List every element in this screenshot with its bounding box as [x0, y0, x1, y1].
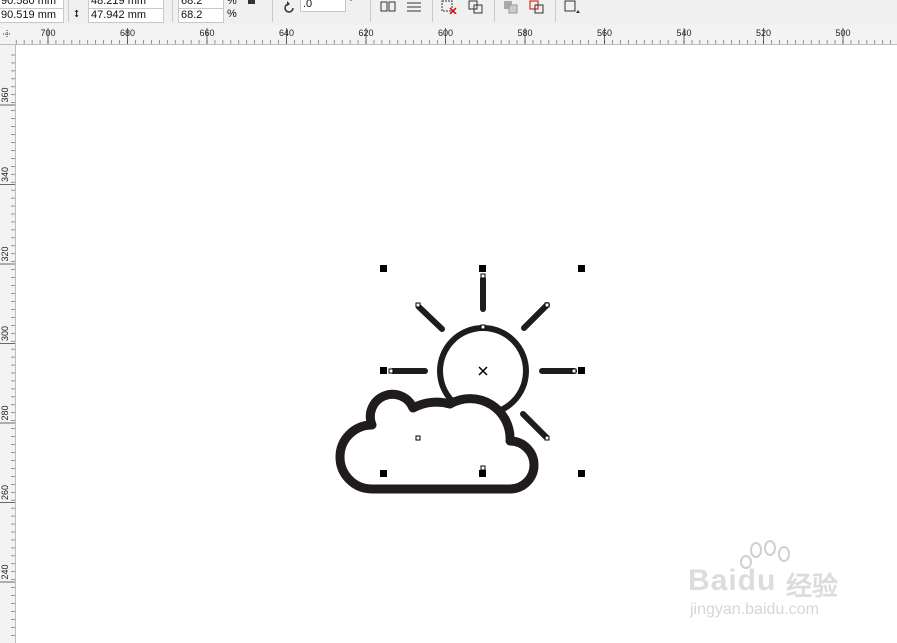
toolbar-separator	[272, 0, 273, 22]
ruler-tick-label: 500	[835, 28, 850, 38]
sun-ray	[520, 411, 549, 440]
scale-y-percent-label: %	[227, 8, 237, 20]
ruler-tick-label: 700	[40, 28, 55, 38]
watermark-brand: Baidu	[688, 564, 777, 597]
node-marker	[415, 302, 421, 308]
ruler-tick-label: 320	[0, 246, 10, 261]
node-marker	[480, 324, 486, 330]
sun-ray	[416, 304, 445, 332]
rotation-center-icon	[478, 366, 488, 376]
ruler-tick-label: 340	[0, 167, 10, 182]
arrange-back-icon[interactable]	[503, 0, 519, 14]
selection-handle	[479, 265, 486, 272]
watermark-product: 经验	[786, 571, 839, 601]
baidu-jingyan-watermark: Baidu 经验 jingyan.baidu.com	[688, 540, 858, 625]
ruler-origin-icon[interactable]	[0, 25, 15, 44]
toolbar-separator	[555, 0, 556, 22]
property-bar: 90.580 mm 90.519 mm ⭥ 48.219 mm 47.942 m…	[0, 0, 897, 26]
ruler-tick-label: 260	[0, 485, 10, 500]
ruler-tick-label: 240	[0, 564, 10, 579]
ruler-tick-label: 600	[438, 28, 453, 38]
ruler-tick-label: 540	[676, 28, 691, 38]
object-height-field[interactable]: 47.942 mm	[88, 8, 164, 23]
toolbar-separator	[432, 0, 433, 22]
scale-x-percent-label: %	[227, 0, 237, 7]
degree-label: °	[349, 0, 353, 8]
selection-handle	[578, 367, 585, 374]
mirror-vertical-icon[interactable]	[406, 0, 422, 14]
ruler-tick-label: 640	[279, 28, 294, 38]
ruler-tick-label: 660	[199, 28, 214, 38]
ruler-tick-label: 360	[0, 87, 10, 102]
node-marker	[544, 302, 550, 308]
y-position-field[interactable]: 90.519 mm	[0, 8, 64, 23]
node-marker	[571, 368, 577, 374]
ruler-tick-label: 280	[0, 405, 10, 420]
ruler-tick-label: 300	[0, 326, 10, 341]
selection-handle	[380, 470, 387, 477]
toolbar-separator	[172, 0, 173, 22]
rotation-angle-field[interactable]: .0	[300, 0, 346, 12]
ruler-tick-label: 520	[756, 28, 771, 38]
mirror-horizontal-icon[interactable]	[380, 0, 396, 14]
selection-handle	[380, 265, 387, 272]
lock-ratio-icon[interactable]	[246, 0, 258, 6]
selection-handle	[578, 265, 585, 272]
arrange-front-icon[interactable]	[529, 0, 545, 14]
sun-ray	[521, 302, 550, 331]
node-marker	[544, 435, 550, 441]
scale-y-field[interactable]: 68.2	[178, 8, 224, 23]
ungroup-icon[interactable]	[441, 0, 457, 14]
selection-handle	[578, 470, 585, 477]
node-marker	[480, 273, 486, 279]
toolbar-separator	[68, 0, 69, 22]
rotate-icon	[284, 1, 294, 13]
selection-handle	[380, 367, 387, 374]
node-marker	[415, 435, 421, 441]
combine-icon[interactable]	[468, 0, 484, 14]
watermark-url: jingyan.baidu.com	[690, 601, 819, 618]
toolbar-separator	[494, 0, 495, 22]
ruler-tick-label: 580	[517, 28, 532, 38]
outline-options-icon[interactable]	[564, 0, 580, 14]
vertical-ruler[interactable]: 360 340 320 300 280 260 240	[0, 45, 16, 643]
horizontal-ruler[interactable]: 700 680 660 640 620 600 580 560 540 520 500	[0, 25, 897, 45]
ruler-tick-label: 620	[358, 28, 373, 38]
ruler-tick-label: 560	[597, 28, 612, 38]
ruler-tick-label: 680	[120, 28, 135, 38]
height-arrow-icon: ⭥	[74, 9, 80, 20]
selection-handle	[479, 470, 486, 477]
node-marker	[388, 368, 394, 374]
toolbar-separator	[370, 0, 371, 22]
node-marker	[480, 465, 486, 471]
